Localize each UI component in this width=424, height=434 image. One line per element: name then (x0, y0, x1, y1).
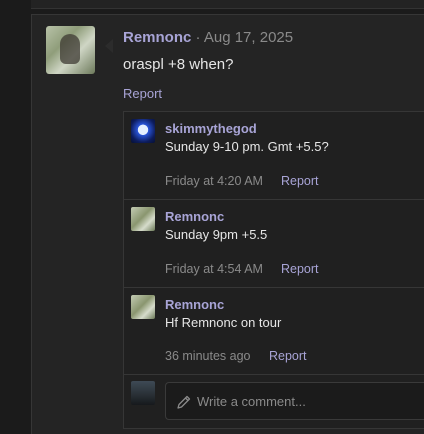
avatar[interactable] (131, 119, 155, 143)
comment: Remnonc Hf Remnonc on tour 36 minutes ag… (124, 288, 424, 375)
comment-text: Sunday 9-10 pm. Gmt +5.5? (165, 139, 329, 154)
comment-author-link[interactable]: skimmythegod (165, 121, 257, 136)
avatar (131, 381, 155, 405)
speech-caret-icon (105, 39, 113, 53)
comment-report-link[interactable]: Report (269, 349, 307, 363)
comment-report-link[interactable]: Report (281, 174, 319, 188)
avatar[interactable] (46, 26, 95, 74)
avatar[interactable] (131, 295, 155, 319)
comment-timestamp[interactable]: Friday at 4:54 AM (165, 262, 263, 276)
comments-list: skimmythegod Sunday 9-10 pm. Gmt +5.5? F… (123, 111, 424, 429)
comment-input-placeholder: Write a comment... (197, 394, 306, 409)
post-header: Remnonc · Aug 17, 2025 (123, 29, 293, 46)
post-body: oraspl +8 when? (123, 56, 234, 73)
post-author-link[interactable]: Remnonc (123, 29, 191, 46)
post-date[interactable]: Aug 17, 2025 (204, 29, 293, 46)
avatar[interactable] (131, 207, 155, 231)
comment-report-link[interactable]: Report (281, 262, 319, 276)
post-separator: · (191, 29, 204, 46)
comment-text: Sunday 9pm +5.5 (165, 227, 268, 242)
comment-author-link[interactable]: Remnonc (165, 297, 224, 312)
page: Remnonc · Aug 17, 2025 oraspl +8 when? R… (0, 0, 424, 434)
report-link[interactable]: Report (123, 86, 162, 101)
pencil-icon (177, 395, 191, 409)
reply-box: Write a comment... (124, 375, 424, 428)
comment-text: Hf Remnonc on tour (165, 315, 282, 330)
previous-post-edge (31, 0, 424, 9)
comment-timestamp[interactable]: 36 minutes ago (165, 349, 250, 363)
comment: skimmythegod Sunday 9-10 pm. Gmt +5.5? F… (124, 112, 424, 200)
comment-timestamp[interactable]: Friday at 4:20 AM (165, 174, 263, 188)
comment: Remnonc Sunday 9pm +5.5 Friday at 4:54 A… (124, 200, 424, 288)
comment-input[interactable]: Write a comment... (165, 382, 424, 420)
comment-author-link[interactable]: Remnonc (165, 209, 224, 224)
